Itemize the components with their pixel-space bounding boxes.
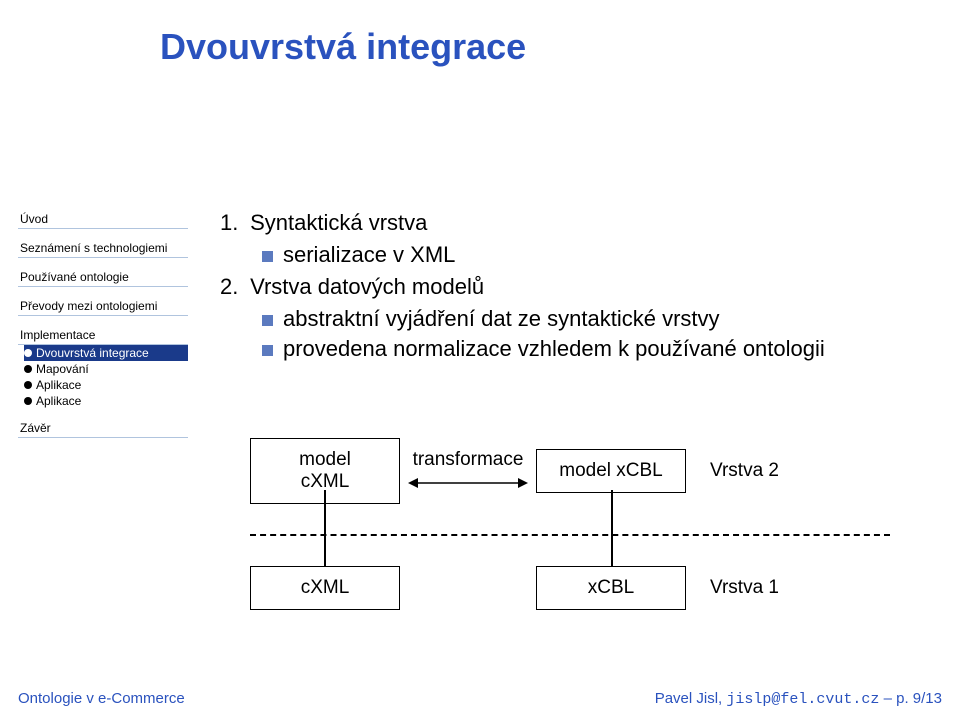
sidebar-sub: Dvouvrstvá integrace Mapování Aplikace A… bbox=[18, 345, 188, 409]
footer-left: Ontologie v e-Commerce bbox=[18, 690, 185, 708]
arrow-transform: transformace bbox=[408, 449, 528, 493]
footer-right: Pavel Jisl, jislp@fel.cvut.cz – p. 9/13 bbox=[655, 690, 942, 708]
list-subitem: abstraktní vyjádření dat ze syntaktické … bbox=[262, 306, 910, 332]
footer-email: jislp@fel.cvut.cz bbox=[726, 691, 879, 708]
main-content: 1. Syntaktická vrstva serializace v XML … bbox=[220, 210, 910, 366]
diagram: model cXML transformace model xCBL Vrstv… bbox=[250, 438, 890, 610]
sidebar-sub-label: Mapování bbox=[36, 362, 89, 376]
sidebar-item-zaver[interactable]: Závěr bbox=[18, 419, 188, 438]
footer: Ontologie v e-Commerce Pavel Jisl, jislp… bbox=[18, 690, 942, 708]
footer-page: – p. 9/13 bbox=[879, 690, 942, 707]
box-xcbl: xCBL bbox=[536, 566, 686, 610]
layer-2-label: Vrstva 2 bbox=[710, 460, 779, 482]
sidebar-item-seznameni[interactable]: Seznámení s technologiemi bbox=[18, 239, 188, 258]
diagram-row-bottom: cXML xCBL Vrstva 1 bbox=[250, 566, 890, 610]
square-bullet-icon bbox=[262, 315, 273, 326]
sidebar-sub-label: Aplikace bbox=[36, 378, 81, 392]
sidebar-item-implementace[interactable]: Implementace bbox=[18, 326, 188, 345]
list-item-2: 2. Vrstva datových modelů bbox=[220, 274, 910, 300]
item-text: Vrstva datových modelů bbox=[250, 274, 484, 299]
footer-author: Pavel Jisl, bbox=[655, 690, 727, 707]
sidebar-item-prevody[interactable]: Převody mezi ontologiemi bbox=[18, 297, 188, 316]
subitem-text: serializace v XML bbox=[283, 242, 455, 268]
item-number: 2. bbox=[220, 274, 244, 300]
sidebar-item-ontologie[interactable]: Používané ontologie bbox=[18, 268, 188, 287]
list-item-1: 1. Syntaktická vrstva bbox=[220, 210, 910, 236]
arrow-label: transformace bbox=[413, 449, 524, 471]
item-text: Syntaktická vrstva bbox=[250, 210, 427, 235]
sidebar-sub-aplikace-2[interactable]: Aplikace bbox=[24, 393, 188, 409]
square-bullet-icon bbox=[262, 251, 273, 262]
page-title: Dvouvrstvá integrace bbox=[160, 26, 526, 68]
bullet-icon bbox=[24, 381, 32, 389]
sidebar-sub-label: Aplikace bbox=[36, 394, 81, 408]
item-number: 1. bbox=[220, 210, 244, 236]
sidebar-item-uvod[interactable]: Úvod bbox=[18, 210, 188, 229]
subitem-text: abstraktní vyjádření dat ze syntaktické … bbox=[283, 306, 720, 332]
diagram-row-top: model cXML transformace model xCBL Vrstv… bbox=[250, 438, 890, 504]
dashed-divider bbox=[250, 534, 890, 536]
double-arrow-icon bbox=[408, 473, 528, 493]
sidebar-sub-dvouvrstva[interactable]: Dvouvrstvá integrace bbox=[24, 345, 188, 361]
list-subitem: provedena normalizace vzhledem k používa… bbox=[262, 336, 910, 362]
sidebar: Úvod Seznámení s technologiemi Používané… bbox=[18, 210, 188, 438]
list-subitem: serializace v XML bbox=[262, 242, 910, 268]
sidebar-sub-label: Dvouvrstvá integrace bbox=[36, 346, 149, 360]
subitem-text: provedena normalizace vzhledem k používa… bbox=[283, 336, 825, 362]
layer-1-label: Vrstva 1 bbox=[710, 577, 779, 599]
bullet-icon bbox=[24, 365, 32, 373]
sidebar-sub-aplikace-1[interactable]: Aplikace bbox=[24, 377, 188, 393]
square-bullet-icon bbox=[262, 345, 273, 356]
connector-line-right bbox=[611, 490, 613, 566]
connector-line-left bbox=[324, 490, 326, 566]
box-model-xcbl: model xCBL bbox=[536, 449, 686, 493]
box-cxml: cXML bbox=[250, 566, 400, 610]
bullet-icon bbox=[24, 349, 32, 357]
bullet-icon bbox=[24, 397, 32, 405]
sidebar-sub-mapovani[interactable]: Mapování bbox=[24, 361, 188, 377]
